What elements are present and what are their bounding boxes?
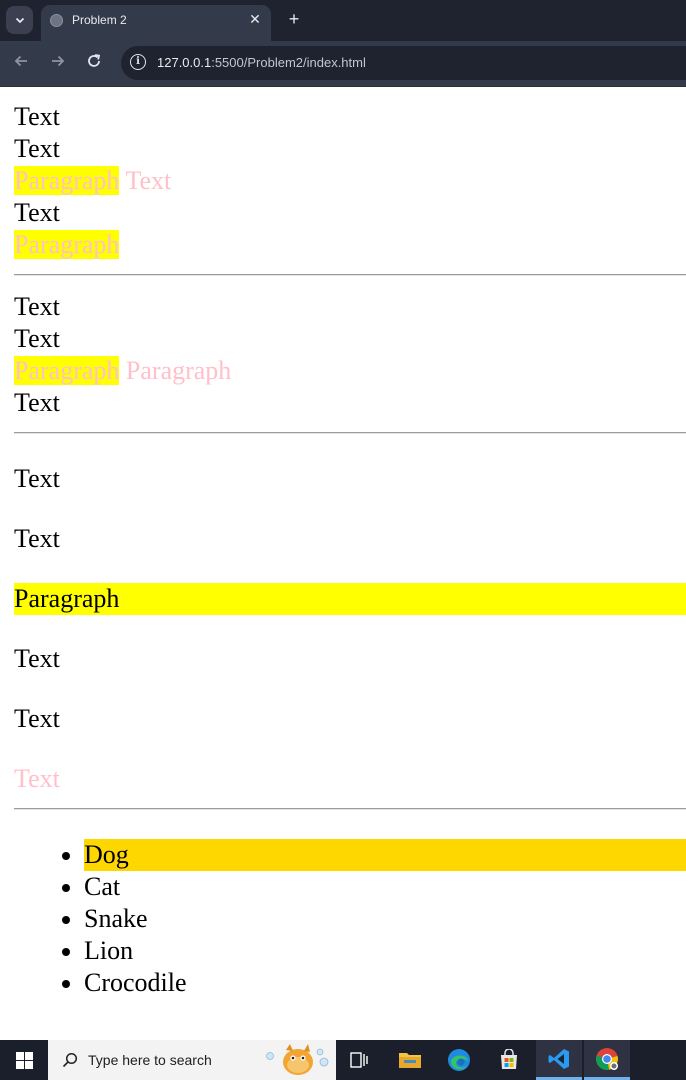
text-line: Text — [14, 101, 686, 133]
back-arrow-icon[interactable] — [10, 52, 32, 74]
text-line: Text — [14, 291, 686, 323]
file-explorer-icon[interactable] — [387, 1040, 433, 1080]
highlighted-paragraph-span: Paragraph — [14, 166, 120, 195]
list-item: Lion — [84, 935, 686, 967]
url-text[interactable]: 127.0.0.1:5500/Problem2/index.html — [157, 55, 366, 70]
text-line: Text — [14, 133, 686, 165]
text-line: Paragraph — [14, 229, 686, 261]
section-two: Text Text Paragraph Paragraph Text — [14, 291, 686, 419]
list-item: Snake — [84, 903, 686, 935]
text-span: Text — [14, 324, 60, 353]
pink-paragraph: Text — [14, 764, 60, 793]
section-one: Text Text Paragraph Text Text Paragraph — [14, 101, 686, 261]
text-span: Text — [14, 292, 60, 321]
paragraph: Text — [14, 704, 60, 733]
forward-arrow-icon[interactable] — [47, 52, 69, 74]
site-info-icon[interactable]: i — [130, 54, 146, 70]
text-line: Paragraph Paragraph — [14, 355, 686, 387]
paragraph: Text — [14, 524, 60, 553]
animal-list: Dog Cat Snake Lion Crocodile — [14, 839, 686, 999]
highlighted-paragraph-span: Paragraph — [14, 230, 120, 259]
text-span: Text — [14, 102, 60, 131]
highlighted-paragraph-span: Paragraph — [14, 356, 120, 385]
search-icon — [62, 1052, 78, 1068]
paragraph: Text — [14, 644, 60, 673]
list-item: Crocodile — [84, 967, 686, 999]
pink-text-span: Text — [125, 166, 172, 195]
reload-icon[interactable] — [83, 52, 105, 74]
horizontal-rule — [14, 432, 686, 434]
new-tab-plus-icon[interactable]: + — [284, 9, 304, 29]
search-placeholder: Type here to search — [88, 1052, 212, 1068]
list-item: Cat — [84, 871, 686, 903]
tab-title: Problem 2 — [72, 13, 127, 27]
browser-toolbar: i 127.0.0.1:5500/Problem2/index.html — [0, 41, 686, 87]
url-path: :5500/Problem2/index.html — [211, 55, 366, 70]
task-view-icon[interactable] — [336, 1040, 382, 1080]
text-line: Paragraph Text — [14, 165, 686, 197]
search-highlight-mascot-icon — [266, 1044, 329, 1075]
text-span: Text — [14, 198, 60, 227]
browser-tab[interactable]: Problem 2 ✕ — [41, 5, 271, 41]
list-item: Dog — [84, 839, 686, 871]
section-three: Text Text Paragraph Text Text Text — [14, 463, 686, 795]
chrome-icon[interactable] — [584, 1040, 630, 1080]
highlighted-paragraph: Paragraph — [14, 583, 686, 615]
globe-favicon-icon — [50, 14, 63, 27]
url-host: 127.0.0.1 — [157, 55, 212, 70]
text-line: Text — [14, 197, 686, 229]
text-span: Text — [14, 388, 60, 417]
pink-paragraph-span: Paragraph — [125, 356, 232, 385]
vscode-icon[interactable] — [536, 1040, 582, 1080]
text-line: Text — [14, 387, 686, 419]
store-icon[interactable] — [486, 1040, 532, 1080]
text-span: Text — [14, 134, 60, 163]
paragraph: Text — [14, 464, 60, 493]
windows-start-icon[interactable] — [0, 1040, 48, 1080]
browser-tab-strip: Problem 2 ✕ + — [0, 0, 686, 41]
horizontal-rule — [14, 808, 686, 810]
close-tab-icon[interactable]: ✕ — [247, 11, 263, 27]
tab-search-chevron-icon[interactable] — [6, 6, 33, 34]
windows-taskbar: Type here to search — [0, 1040, 686, 1080]
horizontal-rule — [14, 274, 686, 276]
page-content: Text Text Paragraph Text Text Paragraph … — [0, 87, 686, 1040]
address-bar[interactable]: i 127.0.0.1:5500/Problem2/index.html — [121, 46, 686, 80]
text-line: Text — [14, 323, 686, 355]
taskbar-search-box[interactable]: Type here to search — [48, 1040, 336, 1080]
edge-icon[interactable] — [436, 1040, 482, 1080]
